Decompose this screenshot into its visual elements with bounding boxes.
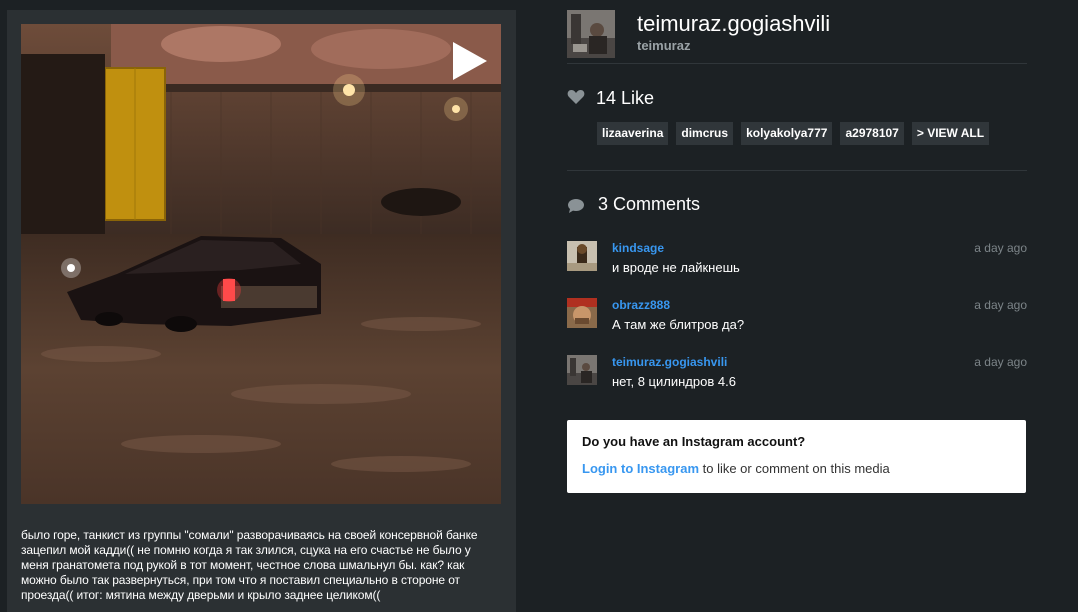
comments-count: 3 Comments [598, 194, 701, 214]
likes-count: 14 Like [596, 88, 655, 108]
liker-tag[interactable]: kolyakolya777 [741, 122, 833, 145]
comment-time: a day ago [974, 355, 1027, 369]
avatar[interactable] [567, 298, 597, 328]
likers-list: lizaaverina dimcrus kolyakolya777 a29781… [597, 122, 990, 145]
comment-text: и вроде не лайкнешь [612, 260, 740, 275]
login-prompt-suffix: to like or comment on this media [699, 461, 890, 476]
liker-tag[interactable]: a2978107 [840, 122, 904, 145]
comment-text: А там же блитров да? [612, 317, 745, 332]
avatar[interactable] [567, 10, 615, 58]
play-icon[interactable] [449, 40, 489, 82]
login-link[interactable]: Login to Instagram [582, 461, 699, 476]
comment-username[interactable]: teimuraz.gogiashvili [612, 355, 727, 369]
login-prompt-line: Login to Instagram to like or comment on… [582, 461, 890, 476]
comment-item: teimuraz.gogiashvili a day ago нет, 8 ци… [567, 355, 1027, 399]
comment-item: kindsage a day ago и вроде не лайкнешь [567, 241, 1027, 285]
media-panel: было горе, танкист из группы "сомали" ра… [7, 10, 516, 612]
comment-username[interactable]: kindsage [612, 241, 664, 255]
liker-tag[interactable]: dimcrus [676, 122, 734, 145]
username[interactable]: teimuraz.gogiashvili [637, 11, 830, 37]
avatar[interactable] [567, 355, 597, 385]
login-prompt: Do you have an Instagram account? Login … [567, 420, 1026, 493]
user-header: teimuraz.gogiashvili teimuraz [567, 10, 1027, 64]
post-caption: было горе, танкист из группы "сомали" ра… [21, 528, 478, 602]
video-thumbnail [21, 24, 501, 504]
view-all-likers-button[interactable]: > VIEW ALL [911, 122, 990, 145]
video-player[interactable] [21, 24, 501, 504]
avatar[interactable] [567, 241, 597, 271]
likes-section: 14 Like lizaaverina dimcrus kolyakolya77… [567, 82, 1027, 171]
heart-icon[interactable] [567, 89, 585, 105]
comment-bubble-icon [568, 199, 584, 213]
full-name: teimuraz [637, 38, 691, 53]
comment-text: нет, 8 цилиндров 4.6 [612, 374, 736, 389]
liker-tag[interactable]: lizaaverina [597, 122, 669, 145]
login-prompt-title: Do you have an Instagram account? [582, 434, 806, 449]
comment-time: a day ago [974, 241, 1027, 255]
comment-time: a day ago [974, 298, 1027, 312]
comment-item: obrazz888 a day ago А там же блитров да? [567, 298, 1027, 342]
comment-username[interactable]: obrazz888 [612, 298, 670, 312]
